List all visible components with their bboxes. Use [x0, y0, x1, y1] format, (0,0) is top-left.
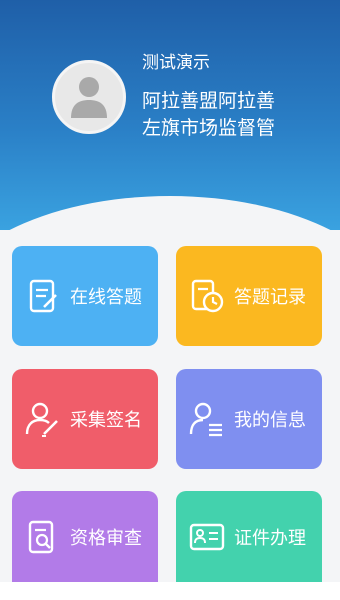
quiz-records-tile[interactable]: 答题记录: [176, 246, 322, 346]
tile-label-online-quiz: 在线答题: [70, 287, 142, 308]
document-search-icon: [28, 520, 54, 553]
certificate-processing-tile[interactable]: 证件办理: [176, 491, 322, 582]
profile-header: 测试演示 阿拉善盟阿拉善左旗市场监督管: [0, 0, 340, 230]
user-avatar-icon: [71, 77, 107, 118]
tile-label-my-info: 我的信息: [234, 410, 306, 431]
user-signature-icon: [25, 402, 58, 437]
tile-label-certificate-processing: 证件办理: [234, 527, 306, 549]
tile-label-collect-signature: 采集签名: [70, 410, 142, 431]
user-name: 测试演示: [142, 53, 210, 73]
id-card-icon: [189, 523, 225, 550]
header-curve: [0, 196, 340, 230]
tile-label-qualification-review: 资格审查: [70, 527, 142, 549]
user-info-icon: [189, 402, 222, 437]
clock-record-icon: [191, 279, 224, 313]
document-edit-icon: [29, 279, 57, 313]
my-info-tile[interactable]: 我的信息: [176, 369, 322, 469]
avatar[interactable]: [52, 60, 126, 134]
qualification-review-tile[interactable]: 资格审查: [12, 491, 158, 582]
online-quiz-tile[interactable]: 在线答题: [12, 246, 158, 346]
tile-label-quiz-records: 答题记录: [234, 287, 306, 308]
collect-signature-tile[interactable]: 采集签名: [12, 369, 158, 469]
user-organization: 阿拉善盟阿拉善左旗市场监督管: [142, 90, 276, 139]
bottom-strip: [0, 582, 340, 600]
